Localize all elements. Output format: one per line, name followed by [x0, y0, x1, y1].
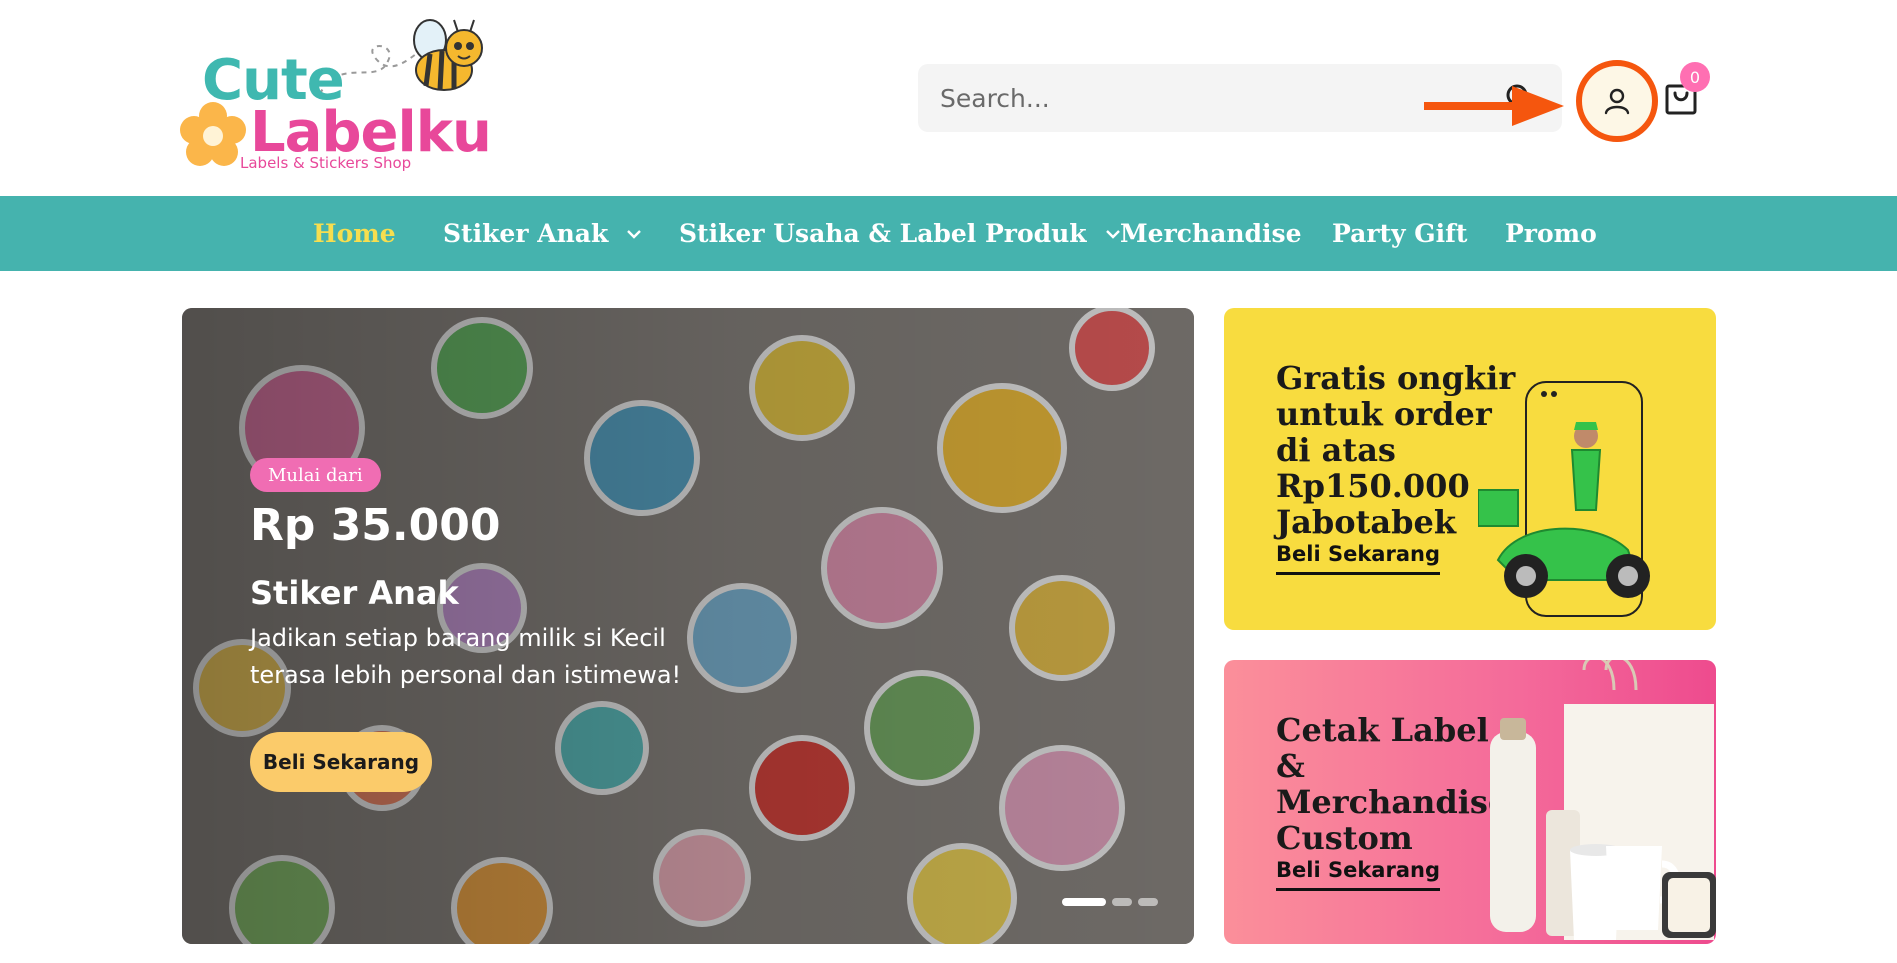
slider-dot-2[interactable] [1112, 898, 1132, 906]
promo-card-free-shipping[interactable]: Gratis ongkir untuk order di atas Rp150.… [1224, 308, 1716, 630]
delivery-scooter-illustration [1478, 381, 1650, 617]
nav-item-label: Party Gift [1332, 219, 1468, 248]
promo-card-title: Cetak Label & Merchandise Custom [1276, 711, 1509, 857]
nav-item-party-gift[interactable]: Party Gift [1332, 196, 1467, 271]
nav-item-home[interactable]: Home [313, 196, 396, 271]
site-header: Cute Labelku Labels & Stickers Shop Sear… [0, 0, 1897, 196]
logo-tagline: Labels & Stickers Shop [240, 154, 412, 172]
chevron-down-icon [627, 229, 642, 239]
cart-count-badge: 0 [1680, 62, 1710, 92]
hero-buy-button[interactable]: Beli Sekarang [250, 732, 432, 792]
slider-dot-1[interactable] [1062, 898, 1106, 906]
nav-item-merchandise[interactable]: Merchandise [1120, 196, 1301, 271]
slider-dot-3[interactable] [1138, 898, 1158, 906]
nav-item-label: Home [313, 219, 396, 248]
main-navigation: Home Stiker Anak Stiker Usaha & Label Pr… [0, 196, 1897, 271]
nav-item-label: Stiker Anak [443, 219, 609, 248]
nav-item-label: Merchandise [1120, 219, 1302, 248]
bee-icon [413, 19, 483, 91]
price-prefix-badge: Mulai dari [250, 458, 381, 492]
promo-card-custom-label[interactable]: Cetak Label & Merchandise Custom Beli Se… [1224, 660, 1716, 944]
search-input[interactable] [940, 64, 1460, 132]
nav-item-stiker-anak[interactable]: Stiker Anak [443, 196, 642, 271]
merchandise-products-illustration [1490, 660, 1716, 940]
account-button[interactable] [1576, 60, 1658, 142]
slider-pagination [1062, 898, 1158, 906]
nav-item-stiker-usaha[interactable]: Stiker Usaha & Label Produk [679, 196, 1121, 271]
hero-title: Stiker Anak [250, 574, 459, 612]
nav-item-label: Promo [1505, 219, 1597, 248]
annotation-arrow-icon [1424, 86, 1564, 126]
page: Cute Labelku Labels & Stickers Shop Sear… [0, 0, 1897, 963]
promo-card-buy-link[interactable]: Beli Sekarang [1276, 542, 1440, 575]
hero-description: Jadikan setiap barang milik si Kecil ter… [250, 624, 682, 689]
nav-item-label: Stiker Usaha & Label Produk [679, 219, 1087, 248]
user-icon [1604, 88, 1630, 115]
hero-slider: Mulai dari Rp 35.000 Stiker Anak Jadikan… [182, 308, 1194, 944]
chevron-down-icon [1105, 229, 1120, 239]
site-logo[interactable]: Cute Labelku Labels & Stickers Shop [178, 18, 492, 178]
promo-card-buy-link[interactable]: Beli Sekarang [1276, 858, 1440, 891]
nav-item-promo[interactable]: Promo [1505, 196, 1597, 271]
hero-price: Rp 35.000 [250, 500, 501, 551]
